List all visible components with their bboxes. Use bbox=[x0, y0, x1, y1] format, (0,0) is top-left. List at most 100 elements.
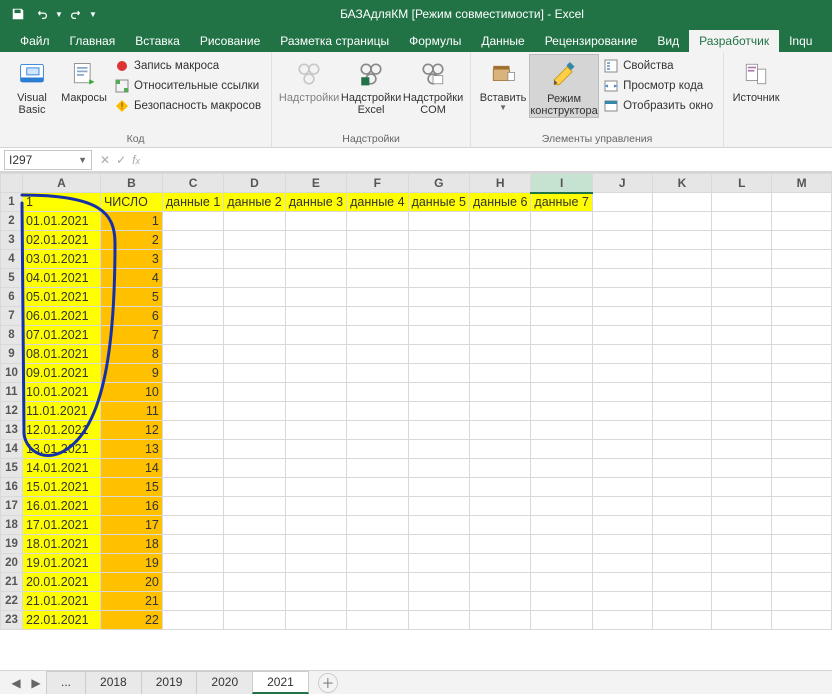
cell-G22[interactable] bbox=[408, 592, 469, 611]
cell-E6[interactable] bbox=[285, 288, 346, 307]
cell-L17[interactable] bbox=[712, 497, 772, 516]
cell-M20[interactable] bbox=[772, 554, 832, 573]
col-header-L[interactable]: L bbox=[712, 174, 772, 193]
cell-J4[interactable] bbox=[592, 250, 652, 269]
cell-C7[interactable] bbox=[162, 307, 223, 326]
cell-D7[interactable] bbox=[224, 307, 285, 326]
cell-G3[interactable] bbox=[408, 231, 469, 250]
row-header-18[interactable]: 18 bbox=[1, 516, 23, 535]
cell-K6[interactable] bbox=[652, 288, 712, 307]
cell-M15[interactable] bbox=[772, 459, 832, 478]
cell-E14[interactable] bbox=[285, 440, 346, 459]
cell-M11[interactable] bbox=[772, 383, 832, 402]
cell-I16[interactable] bbox=[531, 478, 592, 497]
tab-данные[interactable]: Данные bbox=[471, 30, 534, 52]
redo-icon[interactable] bbox=[64, 4, 88, 24]
cell-M1[interactable] bbox=[772, 193, 832, 212]
row-header-13[interactable]: 13 bbox=[1, 421, 23, 440]
cell-H18[interactable] bbox=[469, 516, 530, 535]
cell-A2[interactable]: 01.01.2021 bbox=[22, 212, 100, 231]
cell-B21[interactable]: 20 bbox=[100, 573, 162, 592]
cell-F1[interactable]: данные 4 bbox=[347, 193, 408, 212]
cell-E13[interactable] bbox=[285, 421, 346, 440]
tab-inqu[interactable]: Inqu bbox=[779, 30, 822, 52]
cell-B13[interactable]: 12 bbox=[100, 421, 162, 440]
cell-H14[interactable] bbox=[469, 440, 530, 459]
cell-D13[interactable] bbox=[224, 421, 285, 440]
cell-J23[interactable] bbox=[592, 611, 652, 630]
cell-H21[interactable] bbox=[469, 573, 530, 592]
cell-F11[interactable] bbox=[347, 383, 408, 402]
cell-D11[interactable] bbox=[224, 383, 285, 402]
redo-dropdown-icon[interactable]: ▼ bbox=[88, 4, 98, 24]
col-header-F[interactable]: F bbox=[347, 174, 408, 193]
cell-J17[interactable] bbox=[592, 497, 652, 516]
cell-J8[interactable] bbox=[592, 326, 652, 345]
cell-L10[interactable] bbox=[712, 364, 772, 383]
cell-I2[interactable] bbox=[531, 212, 592, 231]
cell-A19[interactable]: 18.01.2021 bbox=[22, 535, 100, 554]
cell-F7[interactable] bbox=[347, 307, 408, 326]
cell-I9[interactable] bbox=[531, 345, 592, 364]
cell-G14[interactable] bbox=[408, 440, 469, 459]
cell-J6[interactable] bbox=[592, 288, 652, 307]
cell-F10[interactable] bbox=[347, 364, 408, 383]
cell-B14[interactable]: 13 bbox=[100, 440, 162, 459]
cell-J3[interactable] bbox=[592, 231, 652, 250]
cell-F5[interactable] bbox=[347, 269, 408, 288]
cell-K2[interactable] bbox=[652, 212, 712, 231]
cell-C22[interactable] bbox=[162, 592, 223, 611]
cell-M2[interactable] bbox=[772, 212, 832, 231]
cell-F8[interactable] bbox=[347, 326, 408, 345]
row-header-5[interactable]: 5 bbox=[1, 269, 23, 288]
cell-G6[interactable] bbox=[408, 288, 469, 307]
cell-F9[interactable] bbox=[347, 345, 408, 364]
cell-K3[interactable] bbox=[652, 231, 712, 250]
cell-E12[interactable] bbox=[285, 402, 346, 421]
cell-C16[interactable] bbox=[162, 478, 223, 497]
cell-H17[interactable] bbox=[469, 497, 530, 516]
row-header-3[interactable]: 3 bbox=[1, 231, 23, 250]
cell-C19[interactable] bbox=[162, 535, 223, 554]
undo-icon[interactable] bbox=[30, 4, 54, 24]
row-header-19[interactable]: 19 bbox=[1, 535, 23, 554]
tab-разработчик[interactable]: Разработчик bbox=[689, 30, 779, 52]
cell-F14[interactable] bbox=[347, 440, 408, 459]
cell-D10[interactable] bbox=[224, 364, 285, 383]
cell-B20[interactable]: 19 bbox=[100, 554, 162, 573]
cell-L20[interactable] bbox=[712, 554, 772, 573]
cell-H20[interactable] bbox=[469, 554, 530, 573]
record-macro-button[interactable]: Запись макроса bbox=[110, 56, 265, 76]
cell-B22[interactable]: 21 bbox=[100, 592, 162, 611]
cell-C11[interactable] bbox=[162, 383, 223, 402]
cell-G10[interactable] bbox=[408, 364, 469, 383]
cell-M8[interactable] bbox=[772, 326, 832, 345]
cell-L19[interactable] bbox=[712, 535, 772, 554]
undo-dropdown-icon[interactable]: ▼ bbox=[54, 4, 64, 24]
cell-A21[interactable]: 20.01.2021 bbox=[22, 573, 100, 592]
cell-K9[interactable] bbox=[652, 345, 712, 364]
cell-A23[interactable]: 22.01.2021 bbox=[22, 611, 100, 630]
cell-L12[interactable] bbox=[712, 402, 772, 421]
cell-A17[interactable]: 16.01.2021 bbox=[22, 497, 100, 516]
cell-C12[interactable] bbox=[162, 402, 223, 421]
cell-H8[interactable] bbox=[469, 326, 530, 345]
macros-button[interactable]: Макросы bbox=[58, 54, 110, 104]
cell-B19[interactable]: 18 bbox=[100, 535, 162, 554]
cell-K1[interactable] bbox=[652, 193, 712, 212]
cell-F23[interactable] bbox=[347, 611, 408, 630]
row-header-8[interactable]: 8 bbox=[1, 326, 23, 345]
cell-B15[interactable]: 14 bbox=[100, 459, 162, 478]
cell-A7[interactable]: 06.01.2021 bbox=[22, 307, 100, 326]
insert-control-button[interactable]: Вставить ▼ bbox=[477, 54, 529, 113]
cell-K21[interactable] bbox=[652, 573, 712, 592]
worksheet-grid[interactable]: ABCDEFGHIJKLM11ЧИСЛОданные 1данные 2данн… bbox=[0, 172, 832, 670]
visual-basic-button[interactable]: Visual Basic bbox=[6, 54, 58, 116]
cell-H4[interactable] bbox=[469, 250, 530, 269]
cell-F4[interactable] bbox=[347, 250, 408, 269]
cell-L11[interactable] bbox=[712, 383, 772, 402]
col-header-H[interactable]: H bbox=[469, 174, 530, 193]
sheet-nav-next-icon[interactable]: ▶ bbox=[26, 676, 46, 690]
cell-C15[interactable] bbox=[162, 459, 223, 478]
cell-I20[interactable] bbox=[531, 554, 592, 573]
